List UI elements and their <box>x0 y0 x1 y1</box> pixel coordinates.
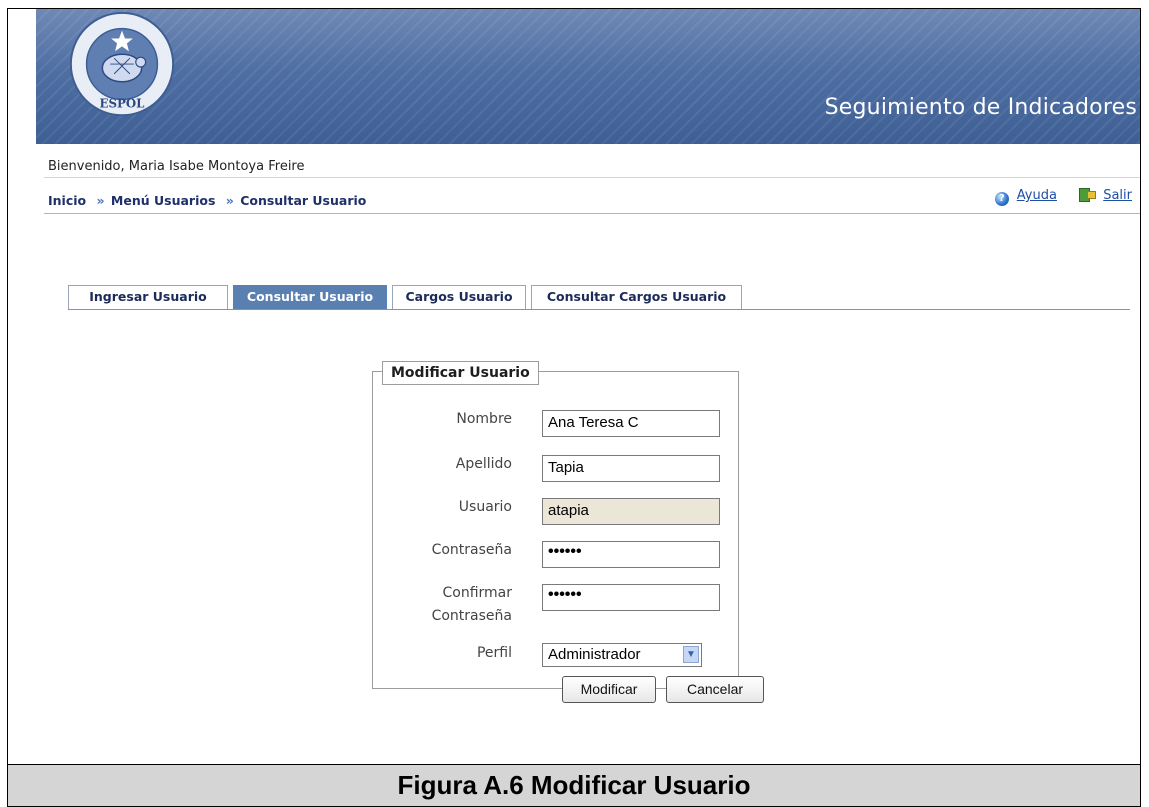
header-banner: Seguimiento de Indicadores <box>36 9 1140 144</box>
screenshot-frame: Seguimiento de Indicadores ESPOL Bienven… <box>7 8 1141 807</box>
breadcrumb-menu-usuarios[interactable]: Menú Usuarios <box>111 193 215 208</box>
nombre-label: Nombre <box>456 411 512 427</box>
breadcrumb-separator: » <box>96 193 105 208</box>
nombre-input[interactable]: Ana Teresa C <box>542 410 720 437</box>
tab-consultar-cargos-usuario[interactable]: Consultar Cargos Usuario <box>531 285 742 309</box>
apellido-input[interactable]: Tapia <box>542 455 720 482</box>
perfil-selected-value: Administrador <box>548 646 641 663</box>
logout-link[interactable]: Salir <box>1103 188 1132 203</box>
tab-consultar-usuario[interactable]: Consultar Usuario <box>233 285 387 309</box>
app-title: Seguimiento de Indicadores <box>824 95 1137 120</box>
espol-logo-icon: ESPOL <box>69 11 175 117</box>
tab-cargos-usuario[interactable]: Cargos Usuario <box>392 285 526 309</box>
contrasena-input[interactable]: •••••• <box>542 541 720 568</box>
divider <box>44 213 1140 214</box>
help-link[interactable]: Ayuda <box>1017 188 1057 203</box>
confirmar-label-line2: Contraseña <box>431 608 512 624</box>
apellido-label: Apellido <box>455 456 512 472</box>
exit-icon[interactable] <box>1079 187 1097 202</box>
cancelar-button[interactable]: Cancelar <box>666 676 764 703</box>
perfil-label: Perfil <box>476 645 512 661</box>
perfil-select[interactable]: Administrador ▼ <box>542 643 702 667</box>
figure-caption: Figura A.6 Modificar Usuario <box>7 764 1141 807</box>
divider <box>44 177 1140 178</box>
fieldset-legend: Modificar Usuario <box>382 361 539 385</box>
tab-underline <box>68 309 1130 310</box>
help-icon[interactable]: ? <box>994 192 1009 206</box>
usuario-input: atapia <box>542 498 720 525</box>
breadcrumb-consultar-usuario: Consultar Usuario <box>240 193 367 208</box>
modificar-button[interactable]: Modificar <box>562 676 656 703</box>
confirmar-input[interactable]: •••••• <box>542 584 720 611</box>
chevron-down-icon[interactable]: ▼ <box>683 646 699 663</box>
top-links: ? Ayuda Salir <box>994 187 1132 206</box>
usuario-label: Usuario <box>458 499 512 515</box>
svg-text:ESPOL: ESPOL <box>100 96 146 110</box>
breadcrumb: Inicio » Menú Usuarios » Consultar Usuar… <box>48 193 366 208</box>
breadcrumb-inicio[interactable]: Inicio <box>48 193 86 208</box>
tab-ingresar-usuario[interactable]: Ingresar Usuario <box>68 285 228 309</box>
breadcrumb-separator: » <box>225 193 234 208</box>
contrasena-label: Contraseña <box>431 542 512 558</box>
confirmar-label-line1: Confirmar <box>442 585 512 601</box>
welcome-text: Bienvenido, Maria Isabe Montoya Freire <box>48 159 305 174</box>
